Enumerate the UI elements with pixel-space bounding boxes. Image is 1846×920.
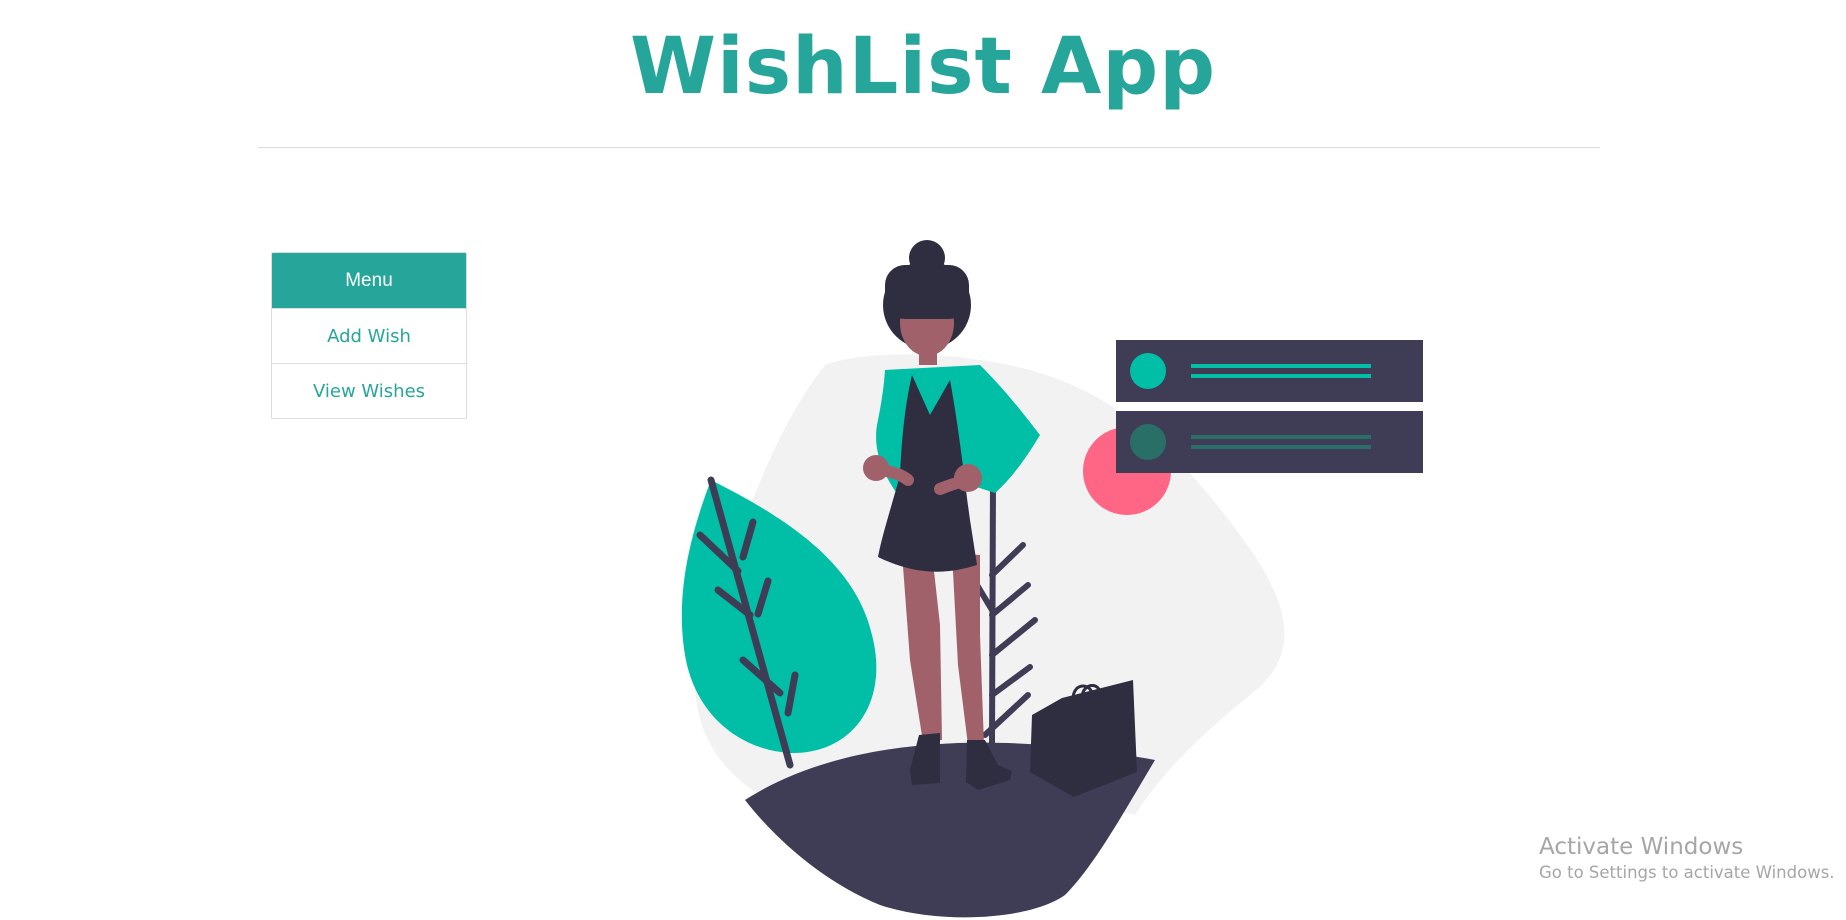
wish-card-2: [1116, 411, 1423, 473]
header-divider: [258, 147, 1600, 148]
add-wish-link[interactable]: Add Wish: [272, 308, 466, 363]
menu-header: Menu: [272, 253, 466, 308]
menu-panel: Menu Add Wish View Wishes: [271, 252, 467, 419]
app-title: WishList App: [629, 22, 1217, 112]
view-wishes-link[interactable]: View Wishes: [272, 363, 466, 418]
activate-windows-title: Activate Windows: [1539, 834, 1744, 860]
woman-shopping-illustration: [681, 240, 1423, 918]
activate-windows-watermark: Activate Windows Go to Settings to activ…: [1539, 832, 1839, 884]
activate-windows-subtitle: Go to Settings to activate Windows.: [1539, 863, 1835, 882]
wish-card-1: [1116, 340, 1423, 402]
